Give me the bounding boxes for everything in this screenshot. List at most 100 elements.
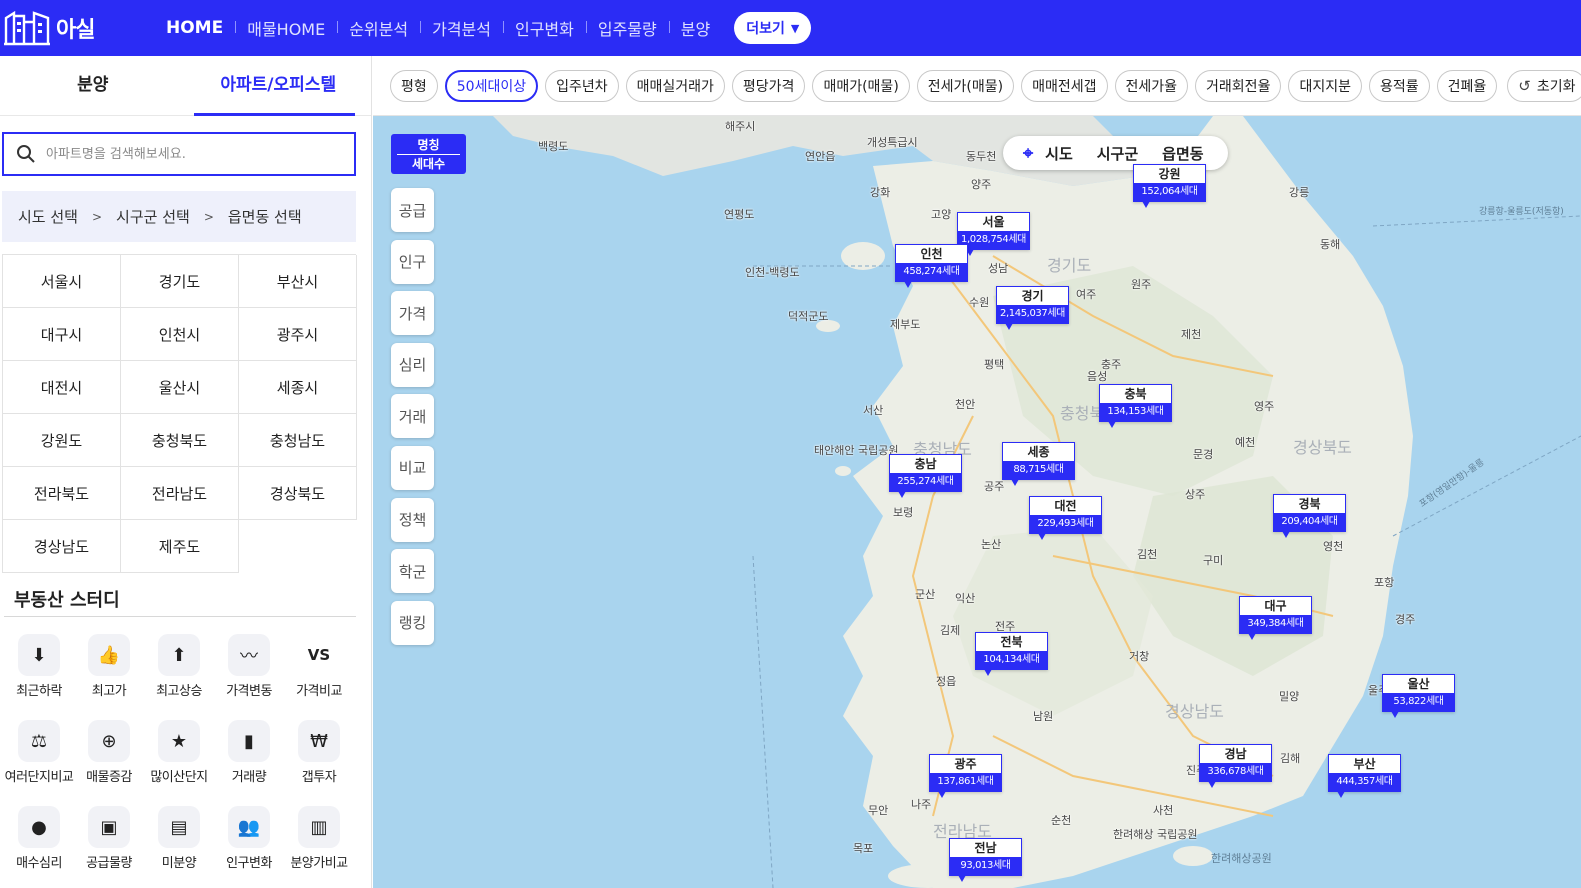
map-region-marker[interactable]: 울산 53,822세대 [1382, 674, 1455, 718]
nav-price-analysis[interactable]: 가격분석 [420, 16, 503, 40]
logo[interactable]: 아실 [4, 0, 154, 56]
map-tool-button[interactable]: 정책 [391, 497, 434, 542]
map-region-marker[interactable]: 세종 88,715세대 [1002, 442, 1075, 486]
map-place-name: 김해 [1280, 752, 1301, 765]
nav-listing-home[interactable]: 매물HOME [235, 16, 337, 40]
map-region-marker[interactable]: 충북 134,153세대 [1099, 384, 1172, 428]
select-district[interactable]: 시구군 선택 [116, 206, 190, 227]
map-region-marker[interactable]: 광주 137,861세대 [929, 754, 1002, 798]
region-cell[interactable]: 충청북도 [121, 414, 239, 467]
study-item[interactable]: ⬇ 최근하락 [4, 630, 74, 710]
filter-chip[interactable]: 매매전세갭 [1021, 69, 1108, 102]
map-tool-button[interactable]: 심리 [391, 342, 434, 387]
region-cell[interactable]: 전라북도 [3, 467, 121, 520]
region-cell[interactable]: 세종시 [239, 361, 357, 414]
level-town[interactable]: 읍면동 [1150, 143, 1215, 164]
region-cell[interactable]: 제주도 [121, 520, 239, 573]
filter-chip[interactable]: 거래회전율 [1195, 69, 1282, 102]
study-item[interactable]: ● 매수심리 [4, 802, 74, 882]
filter-chip[interactable]: 평당가격 [731, 69, 806, 102]
map-place-name: 양주 [971, 178, 992, 191]
reset-button[interactable]: ↺ 초기화 [1507, 69, 1581, 102]
study-item[interactable]: ⚖ 여러단지비교 [4, 716, 74, 796]
supply-icon: ▣ [88, 806, 130, 848]
map-place-name: 성남 [988, 262, 1009, 275]
region-marker-count: 152,064세대 [1134, 183, 1205, 201]
nav-population[interactable]: 인구변화 [502, 16, 586, 40]
study-item[interactable]: ⬆ 최고상승 [144, 630, 214, 710]
map-place-name: 김천 [1137, 548, 1158, 561]
nav-home[interactable]: HOME [154, 18, 235, 38]
filter-chip[interactable]: 건폐율 [1436, 69, 1498, 102]
map-tool-button[interactable]: 학군 [391, 549, 434, 594]
level-district[interactable]: 시구군 [1085, 143, 1150, 164]
search-icon[interactable] [16, 144, 36, 164]
filter-chip[interactable]: 평형 [390, 69, 438, 102]
region-cell[interactable]: 경기도 [121, 255, 239, 308]
map-region-marker[interactable]: 경남 336,678세대 [1199, 744, 1272, 788]
region-cell[interactable]: 울산시 [121, 361, 239, 414]
select-province[interactable]: 시도 선택 [18, 206, 78, 227]
filter-chip[interactable]: 50세대이상 [444, 69, 539, 102]
region-cell[interactable]: 전라남도 [121, 467, 239, 520]
study-item[interactable]: VS 가격비교 [284, 630, 354, 710]
level-province[interactable]: 시도 [1033, 143, 1085, 164]
map-region-marker[interactable]: 대구 349,384세대 [1239, 596, 1312, 640]
study-item[interactable]: ★ 많이산단지 [144, 716, 214, 796]
filter-chip[interactable]: 매매실거래가 [625, 69, 725, 102]
study-item[interactable]: ▥ 분양가비교 [284, 802, 354, 882]
filter-chip[interactable]: 대지지분 [1288, 69, 1362, 102]
filter-chip[interactable]: 입주년차 [545, 69, 619, 102]
study-item[interactable]: ▮ 거래량 [214, 716, 284, 796]
search-box[interactable] [2, 132, 356, 176]
map-tool-button[interactable]: 공급 [391, 188, 434, 232]
region-cell[interactable]: 부산시 [239, 255, 357, 308]
select-town[interactable]: 읍면동 선택 [228, 206, 302, 227]
map[interactable]: 명칭 세대수 공급 인구 가격 심리 거래 비교 정책 학군 랭킹 ⌖ 시도 시구군 읍면동 해… [373, 116, 1581, 888]
region-cell[interactable]: 충청남도 [239, 414, 357, 467]
map-tool-button[interactable]: 가격 [391, 291, 434, 336]
map-region-marker[interactable]: 대전 229,493세대 [1029, 496, 1102, 540]
tab-presale[interactable]: 분양 [0, 56, 186, 115]
study-item[interactable]: ⊕ 매물증감 [74, 716, 144, 796]
map-region-marker[interactable]: 인천 458,274세대 [895, 244, 968, 288]
filter-chip[interactable]: 매매가(매물) [812, 69, 910, 102]
region-cell[interactable]: 대전시 [3, 361, 121, 414]
study-item[interactable]: ₩ 갭투자 [284, 716, 354, 796]
map-tool-button[interactable]: 비교 [391, 445, 434, 490]
map-region-marker[interactable]: 전북 104,134세대 [975, 632, 1048, 676]
study-item[interactable]: ▣ 공급물량 [74, 802, 144, 882]
crosshair-icon[interactable]: ⌖ [1023, 143, 1033, 164]
study-item[interactable]: 👍 최고가 [74, 630, 144, 710]
map-tool-button[interactable]: 인구 [391, 239, 434, 284]
region-cell[interactable]: 인천시 [121, 308, 239, 361]
search-input[interactable] [46, 146, 326, 162]
region-cell[interactable]: 경상북도 [239, 467, 357, 520]
more-button[interactable]: 더보기 ▼ [734, 12, 812, 44]
region-cell[interactable]: 경상남도 [3, 520, 121, 573]
map-tool-button[interactable]: 거래 [391, 394, 434, 439]
map-place-name: 인천-백령도 [745, 266, 800, 279]
filter-chip[interactable]: 전세가율 [1114, 69, 1189, 102]
map-tool-button[interactable]: 랭킹 [391, 600, 434, 645]
filter-chip[interactable]: 용적률 [1368, 69, 1430, 102]
nav-ranking[interactable]: 순위분석 [337, 16, 420, 40]
region-cell[interactable]: 광주시 [239, 308, 357, 361]
nav-supply[interactable]: 입주물량 [585, 16, 669, 40]
study-item[interactable]: ▤ 미분양 [144, 802, 214, 882]
map-region-marker[interactable]: 경기 2,145,037세대 [996, 286, 1069, 330]
region-cell[interactable]: 서울시 [3, 255, 121, 308]
region-cell[interactable]: 대구시 [3, 308, 121, 361]
study-item[interactable]: 〰 가격변동 [214, 630, 284, 710]
map-region-marker[interactable]: 강원 152,064세대 [1133, 164, 1206, 208]
map-region-marker[interactable]: 경북 209,404세대 [1273, 494, 1346, 538]
filter-chip[interactable]: 전세가(매물) [916, 69, 1015, 102]
region-cell[interactable]: 강원도 [3, 414, 121, 467]
unsold-icon: ▤ [158, 806, 200, 848]
map-region-marker[interactable]: 충남 255,274세대 [889, 454, 962, 498]
map-region-marker[interactable]: 부산 444,357세대 [1328, 754, 1401, 798]
study-item[interactable]: 👥 인구변화 [214, 802, 284, 882]
map-region-marker[interactable]: 전남 93,013세대 [949, 838, 1022, 882]
tab-apartment-officetel[interactable]: 아파트/오피스텔 [186, 56, 372, 116]
nav-presale[interactable]: 분양 [668, 16, 722, 40]
